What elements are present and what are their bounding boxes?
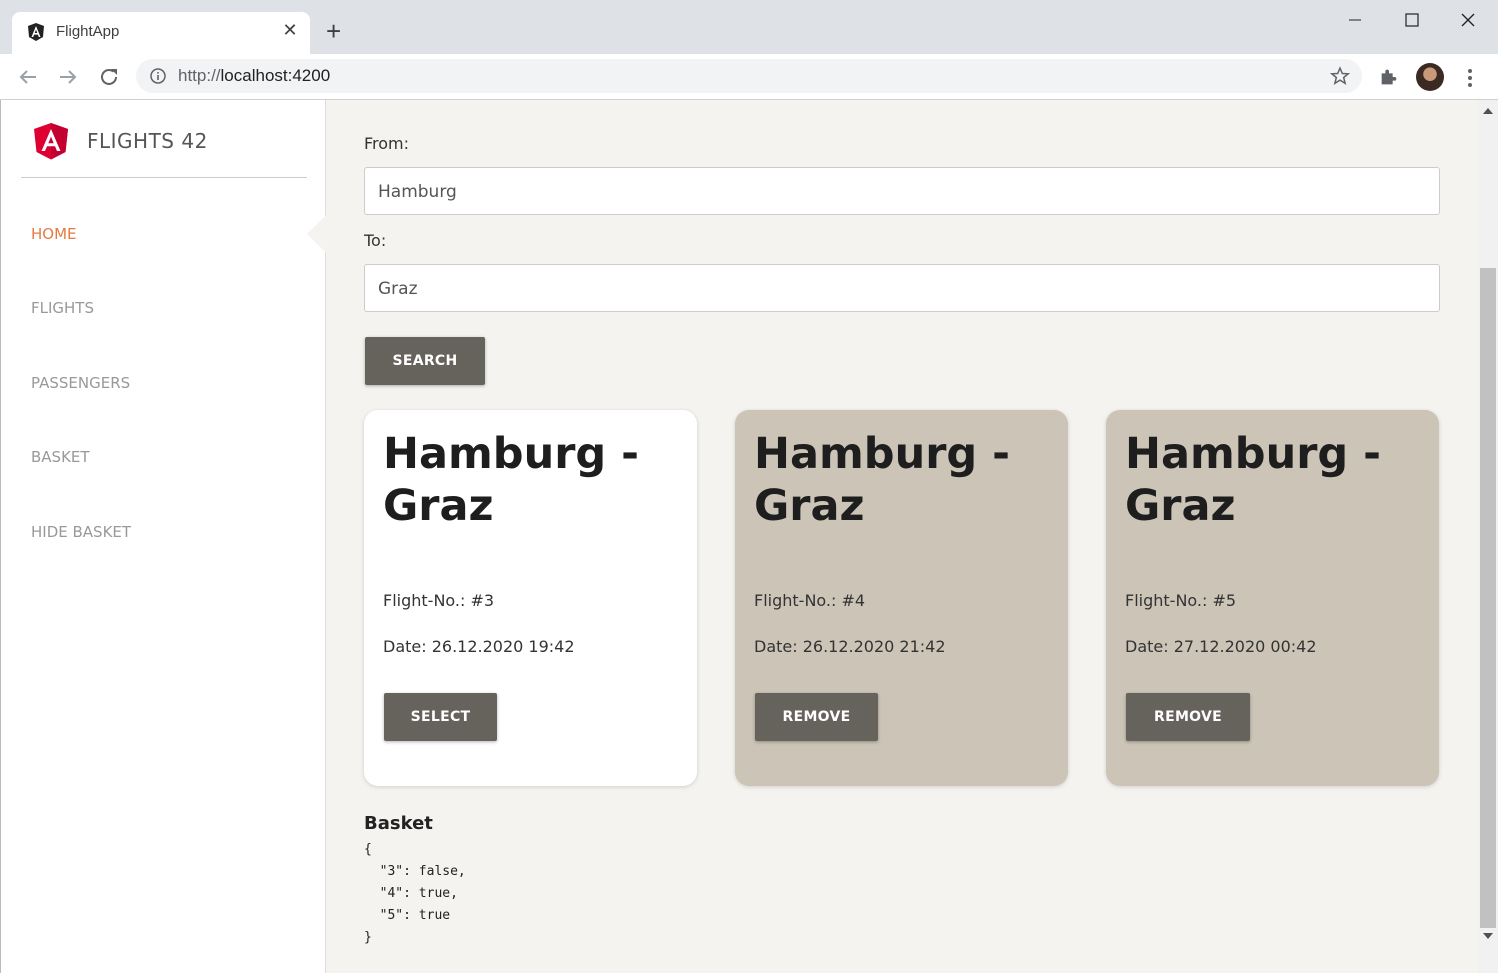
- search-button[interactable]: SEARCH: [365, 337, 485, 385]
- close-window-button[interactable]: [1448, 6, 1488, 34]
- bookmark-star-icon[interactable]: [1330, 66, 1350, 86]
- tab-close-icon[interactable]: ✕: [280, 20, 300, 41]
- select-button[interactable]: SELECT: [384, 693, 497, 741]
- maximize-button[interactable]: [1392, 6, 1432, 34]
- close-icon: [1461, 13, 1475, 27]
- flight-route: Hamburg - Graz: [1125, 429, 1382, 531]
- url-text[interactable]: http://localhost:4200: [178, 66, 330, 86]
- tab-title: FlightApp: [56, 23, 120, 40]
- reload-icon[interactable]: [97, 65, 121, 89]
- sidebar-item-basket[interactable]: BASKET: [31, 448, 90, 466]
- minimize-icon: [1349, 19, 1361, 21]
- basket-json: { "3": false, "4": true, "5": true }: [364, 842, 466, 945]
- angular-logo-icon: [34, 123, 68, 160]
- forward-arrow-icon[interactable]: [56, 65, 80, 89]
- flight-route: Hamburg - Graz: [754, 429, 1011, 531]
- active-nav-indicator: [307, 214, 327, 254]
- address-bar[interactable]: http://localhost:4200: [136, 59, 1362, 93]
- flight-card-selected: Hamburg - Graz Flight-No.: #4 Date: 26.1…: [735, 410, 1068, 786]
- basket-title: Basket: [364, 813, 433, 834]
- url-scheme: http://: [178, 66, 221, 85]
- sidebar-item-home[interactable]: HOME: [31, 225, 77, 243]
- sidebar-item-hide-basket[interactable]: HIDE BASKET: [31, 523, 131, 541]
- from-label: From:: [364, 134, 410, 153]
- new-tab-button[interactable]: +: [326, 18, 341, 44]
- brand-title: FLIGHTS 42: [87, 129, 208, 153]
- sidebar: FLIGHTS 42 HOME FLIGHTS PASSENGERS BASKE…: [0, 100, 327, 973]
- profile-avatar[interactable]: [1416, 63, 1444, 91]
- browser-titlebar: FlightApp ✕ +: [0, 0, 1498, 54]
- to-input[interactable]: Graz: [364, 264, 1440, 312]
- sidebar-item-flights[interactable]: FLIGHTS: [31, 299, 94, 317]
- brand-header: FLIGHTS 42: [21, 100, 307, 178]
- flight-route: Hamburg - Graz: [383, 429, 640, 531]
- extensions-puzzle-icon[interactable]: [1378, 66, 1400, 88]
- maximize-icon: [1405, 13, 1419, 27]
- flight-number: Flight-No.: #4: [754, 591, 866, 610]
- info-icon[interactable]: [150, 68, 166, 84]
- flight-date: Date: 26.12.2020 21:42: [754, 637, 946, 656]
- page-scrollbar[interactable]: [1478, 100, 1498, 973]
- flight-date: Date: 26.12.2020 19:42: [383, 637, 575, 656]
- url-host: localhost:4200: [220, 66, 331, 85]
- from-input[interactable]: Hamburg: [364, 167, 1440, 215]
- scroll-up-arrow-icon[interactable]: [1483, 108, 1493, 114]
- angular-favicon-icon: [28, 23, 44, 41]
- sidebar-item-passengers[interactable]: PASSENGERS: [31, 374, 130, 392]
- flight-number: Flight-No.: #3: [383, 591, 495, 610]
- flight-date: Date: 27.12.2020 00:42: [1125, 637, 1317, 656]
- flight-card-selected: Hamburg - Graz Flight-No.: #5 Date: 27.1…: [1106, 410, 1439, 786]
- browser-tab[interactable]: FlightApp ✕: [12, 12, 310, 54]
- scroll-down-arrow-icon[interactable]: [1483, 933, 1493, 939]
- to-label: To:: [364, 231, 387, 250]
- flight-card: Hamburg - Graz Flight-No.: #3 Date: 26.1…: [364, 410, 697, 786]
- browser-toolbar: http://localhost:4200: [0, 54, 1498, 100]
- flight-number: Flight-No.: #5: [1125, 591, 1237, 610]
- back-arrow-icon[interactable]: [16, 65, 40, 89]
- main-content: From: Hamburg To: Graz SEARCH Hamburg - …: [326, 100, 1478, 973]
- remove-button[interactable]: REMOVE: [1126, 693, 1250, 741]
- remove-button[interactable]: REMOVE: [755, 693, 878, 741]
- browser-menu-icon[interactable]: [1460, 66, 1480, 90]
- scrollbar-thumb[interactable]: [1480, 268, 1496, 928]
- minimize-button[interactable]: [1336, 6, 1376, 34]
